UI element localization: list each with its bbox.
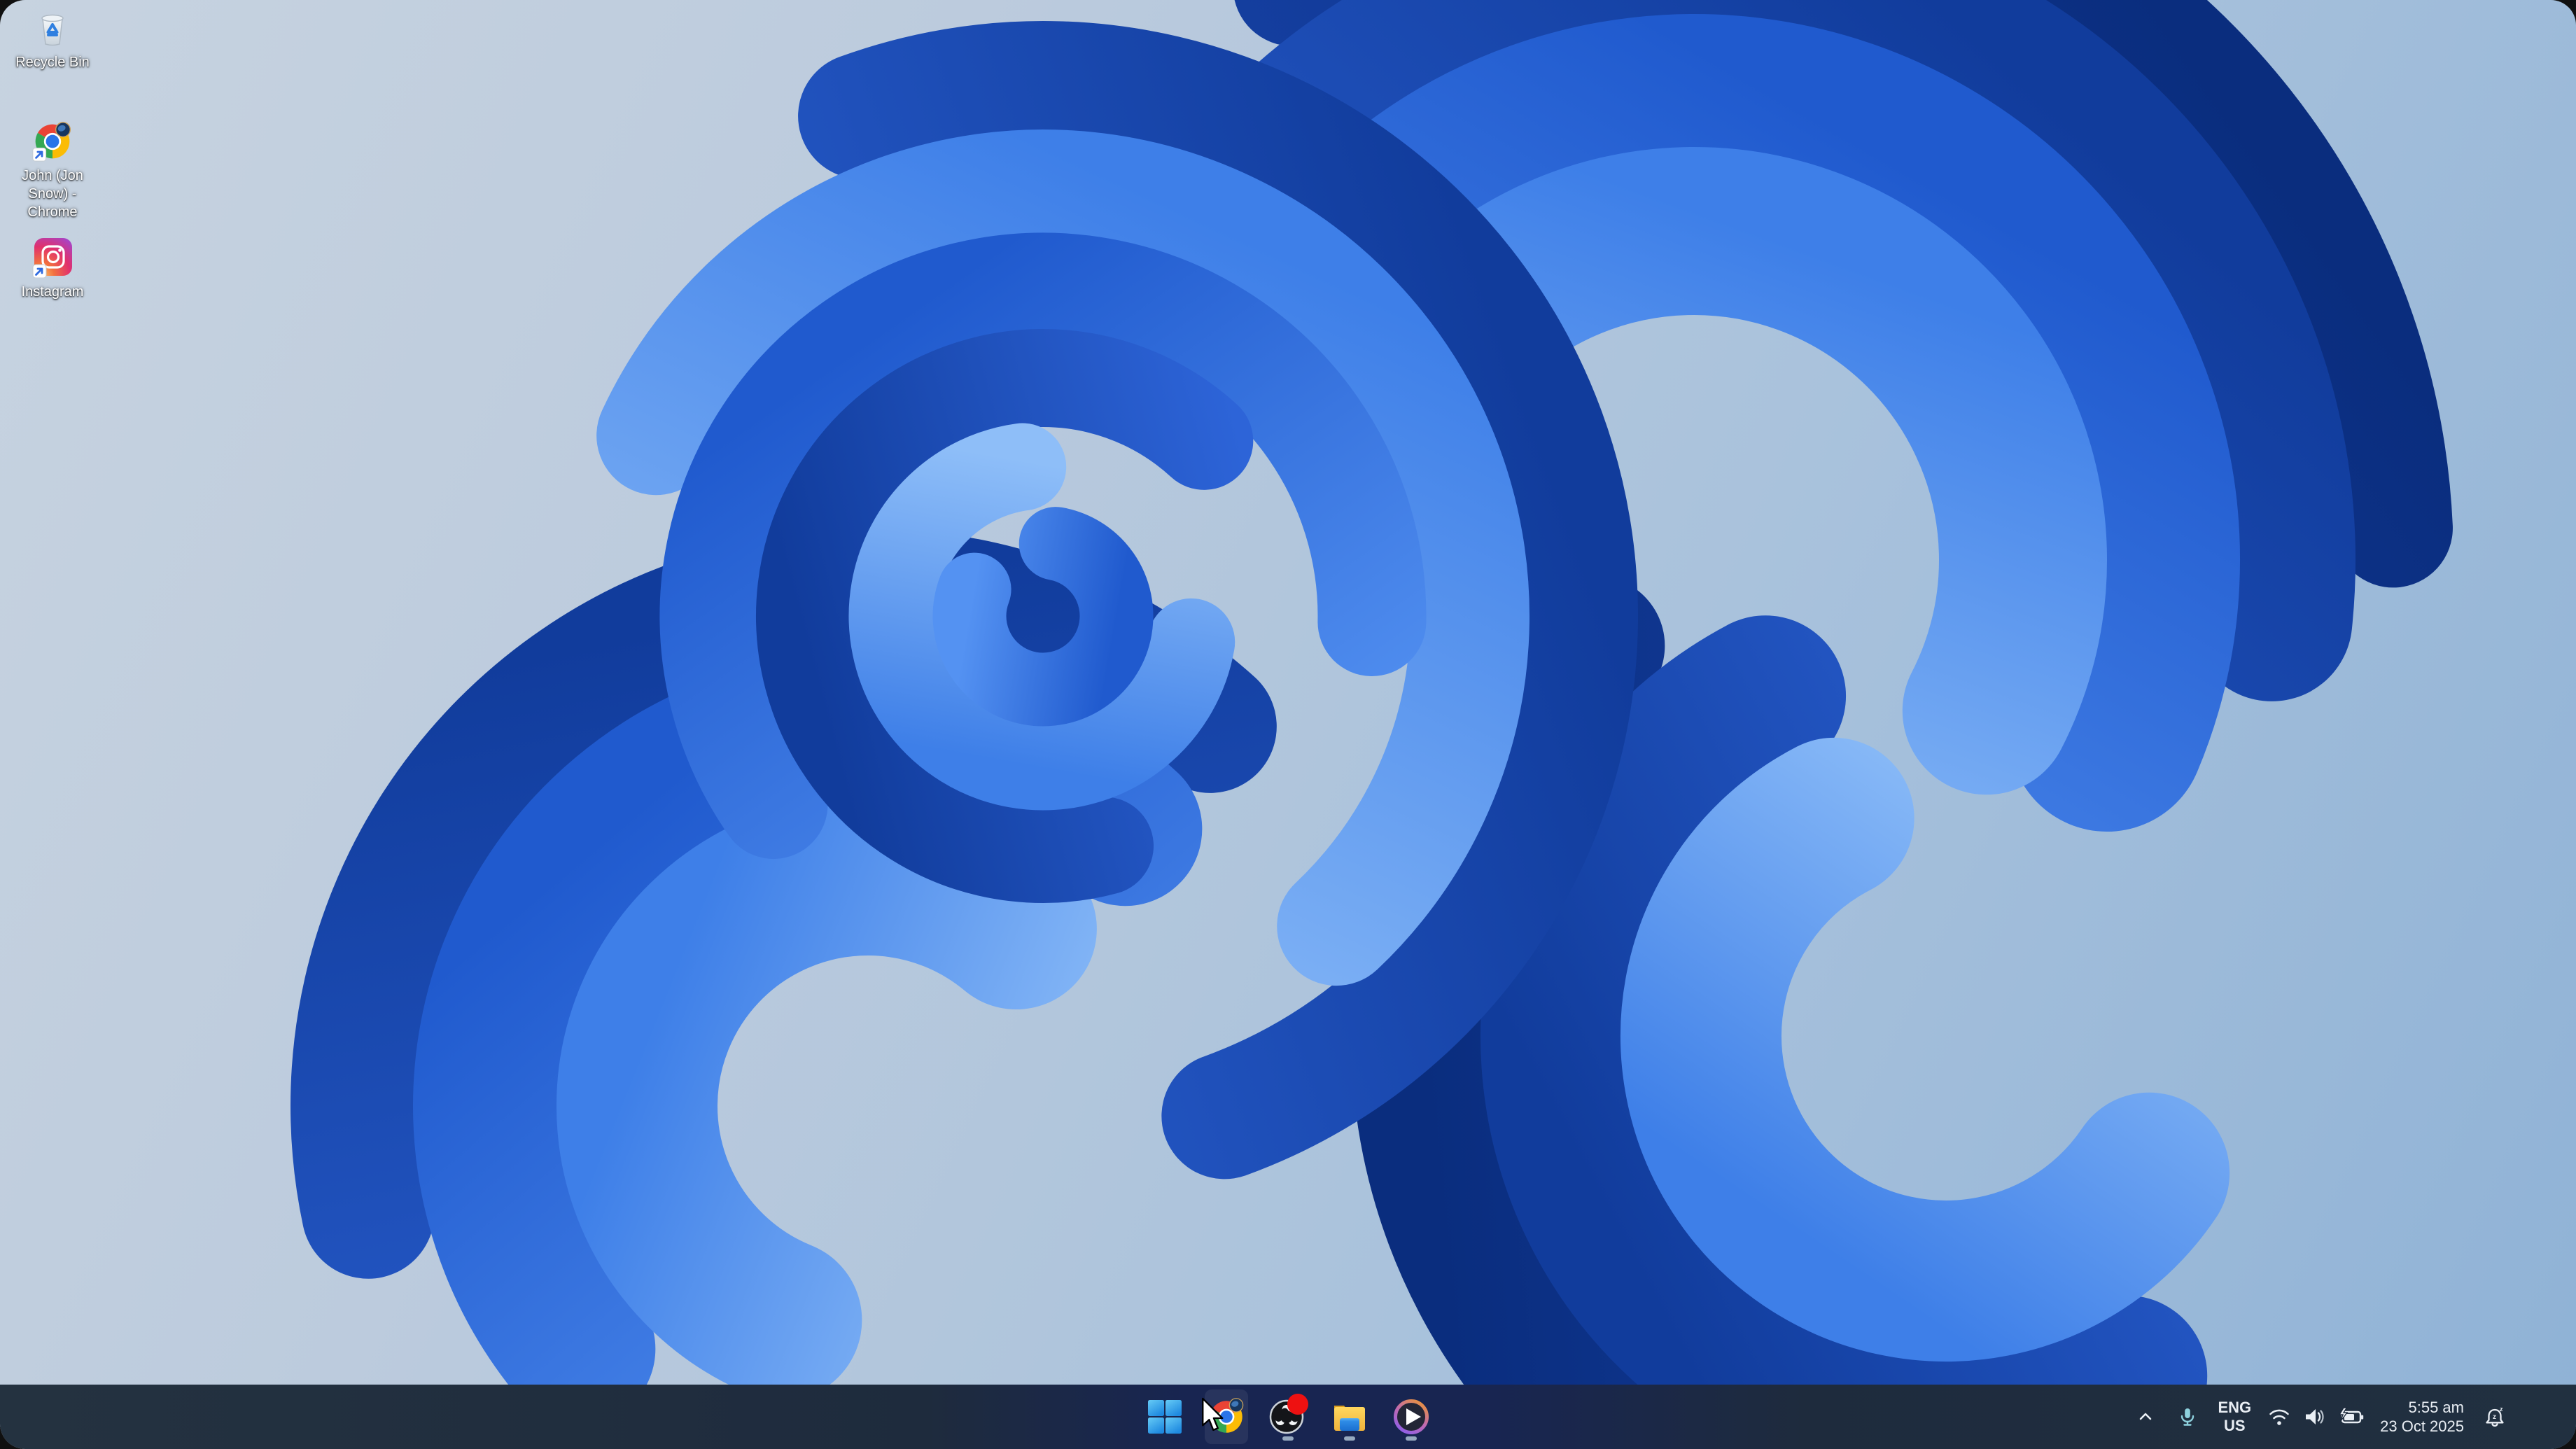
language-line2: US bbox=[2224, 1417, 2246, 1434]
svg-text:z: z bbox=[2500, 1406, 2503, 1413]
desktop-icon-instagram[interactable]: Instagram bbox=[0, 237, 105, 301]
clock[interactable]: 5:55 am 23 Oct 2025 bbox=[2374, 1392, 2470, 1442]
file-explorer-icon bbox=[1334, 1406, 1365, 1431]
battery-charging-icon bbox=[2338, 1407, 2364, 1424]
language-indicator[interactable]: ENG US bbox=[2212, 1392, 2257, 1442]
wifi-icon bbox=[2269, 1409, 2289, 1425]
recycle-bin-icon bbox=[31, 7, 74, 49]
chrome-profile-icon bbox=[31, 120, 74, 162]
media-player-icon bbox=[1394, 1399, 1429, 1434]
taskbar: ENG US 5:55 am 23 Oct 2025 z z bbox=[0, 1385, 2576, 1449]
taskbar-center-icons bbox=[1143, 1385, 1433, 1449]
hidden-icons-chevron[interactable] bbox=[2128, 1392, 2163, 1442]
windows-11-desktop: Recycle Bin John (Jon Snow) - Chrome Ins… bbox=[0, 0, 2576, 1449]
system-tray: ENG US 5:55 am 23 Oct 2025 z z bbox=[2128, 1385, 2576, 1449]
notification-bell-dnd[interactable]: z z bbox=[2477, 1392, 2514, 1442]
running-indicator bbox=[1282, 1436, 1294, 1441]
network-volume-battery-group[interactable] bbox=[2264, 1392, 2367, 1442]
tray-time: 5:55 am bbox=[2408, 1399, 2465, 1416]
desktop-wallpaper-bloom bbox=[0, 0, 2576, 1449]
obs-recording-badge bbox=[1287, 1394, 1308, 1415]
windows-start-icon bbox=[1148, 1400, 1182, 1434]
desktop-icon-recycle-bin[interactable]: Recycle Bin bbox=[0, 7, 105, 71]
running-indicator bbox=[1344, 1436, 1355, 1441]
volume-icon bbox=[2306, 1409, 2324, 1424]
chrome-icon bbox=[1210, 1398, 1244, 1433]
desktop-icon-chrome-profile[interactable]: John (Jon Snow) - Chrome bbox=[0, 120, 105, 221]
desktop-icon-label: Instagram bbox=[21, 284, 84, 300]
microphone-icon bbox=[2181, 1408, 2194, 1426]
bell-sleep-icon: z z bbox=[2486, 1406, 2504, 1427]
running-indicator bbox=[1406, 1436, 1417, 1441]
taskbar-file-explorer-button[interactable] bbox=[1328, 1390, 1371, 1444]
taskbar-chrome-button[interactable] bbox=[1205, 1390, 1248, 1444]
language-line1: ENG bbox=[2218, 1399, 2252, 1416]
desktop-icon-label: John (Jon Snow) - Chrome bbox=[22, 168, 83, 220]
chevron-up-icon bbox=[2140, 1413, 2152, 1420]
start-button[interactable] bbox=[1143, 1390, 1186, 1444]
tray-date: 23 Oct 2025 bbox=[2380, 1418, 2464, 1435]
desktop-icon-label: Recycle Bin bbox=[15, 55, 90, 70]
taskbar-media-player-button[interactable] bbox=[1390, 1390, 1433, 1444]
taskbar-obs-button[interactable] bbox=[1266, 1390, 1310, 1444]
instagram-icon bbox=[31, 237, 74, 279]
microphone-in-use-indicator[interactable] bbox=[2170, 1392, 2205, 1442]
svg-text:z: z bbox=[2493, 1413, 2496, 1421]
